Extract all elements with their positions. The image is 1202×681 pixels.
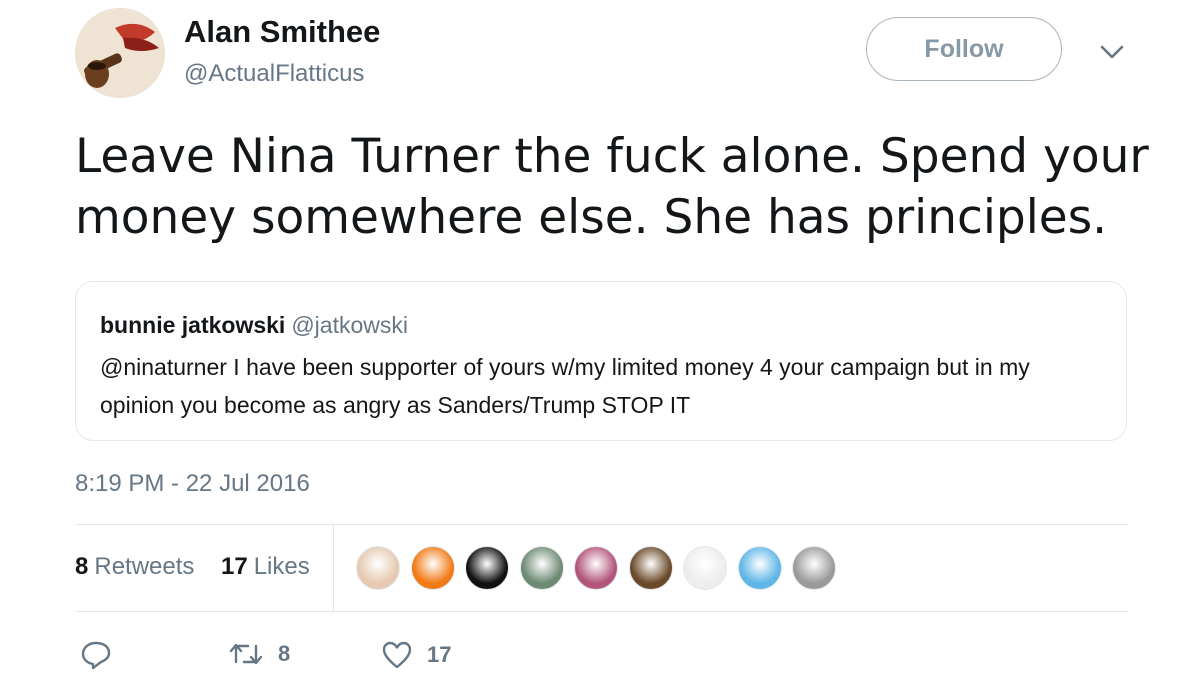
divider [75,524,1128,525]
tweet-text: Leave Nina Turner the fuck alone. Spend … [75,129,1149,245]
liker-avatar-1[interactable] [356,546,400,590]
follow-button[interactable]: Follow [866,17,1062,81]
liker-avatars [356,546,847,590]
quoted-author-name: bunnie jatkowski [100,312,286,338]
likes-label: Likes [253,553,310,580]
chevron-down-icon[interactable] [1098,40,1126,64]
likes-count: 17 [221,553,248,580]
quoted-author-handle: @jatkowski [291,312,408,338]
retweets-count: 8 [75,553,89,580]
reply-icon [81,641,111,670]
liker-avatar-7[interactable] [683,546,727,590]
likes-stat[interactable]: 17 Likes [221,553,310,581]
quoted-tweet-text: @ninaturner I have been supporter of you… [100,354,1030,418]
stats-divider [333,525,334,611]
retweet-button[interactable]: 8 [228,640,290,668]
liker-avatar-9[interactable] [792,546,836,590]
retweet-icon [229,643,263,665]
quoted-tweet[interactable]: bunnie jatkowski @jatkowski @ninaturner I… [75,281,1127,441]
retweet-count: 8 [278,641,291,666]
reply-button[interactable] [80,640,126,670]
quoted-tweet-header: bunnie jatkowski @jatkowski [100,312,408,339]
retweets-stat[interactable]: 8 Retweets [75,553,194,581]
retweets-label: Retweets [94,553,195,580]
heart-icon [382,641,412,669]
liker-avatar-8[interactable] [737,546,782,590]
tweet-timestamp[interactable]: 8:19 PM - 22 Jul 2016 [75,470,310,498]
avatar[interactable] [75,8,165,98]
liker-avatar-5[interactable] [574,546,618,590]
user-handle[interactable]: @ActualFlatticus [184,60,364,88]
liker-avatar-2[interactable] [410,546,455,590]
like-count: 17 [427,642,452,667]
liker-avatar-6[interactable] [628,546,673,590]
display-name[interactable]: Alan Smithee [184,14,380,50]
liker-avatar-4[interactable] [519,546,564,590]
divider [75,611,1128,612]
liker-avatar-3[interactable] [465,546,509,590]
like-button[interactable]: 17 [381,640,451,670]
